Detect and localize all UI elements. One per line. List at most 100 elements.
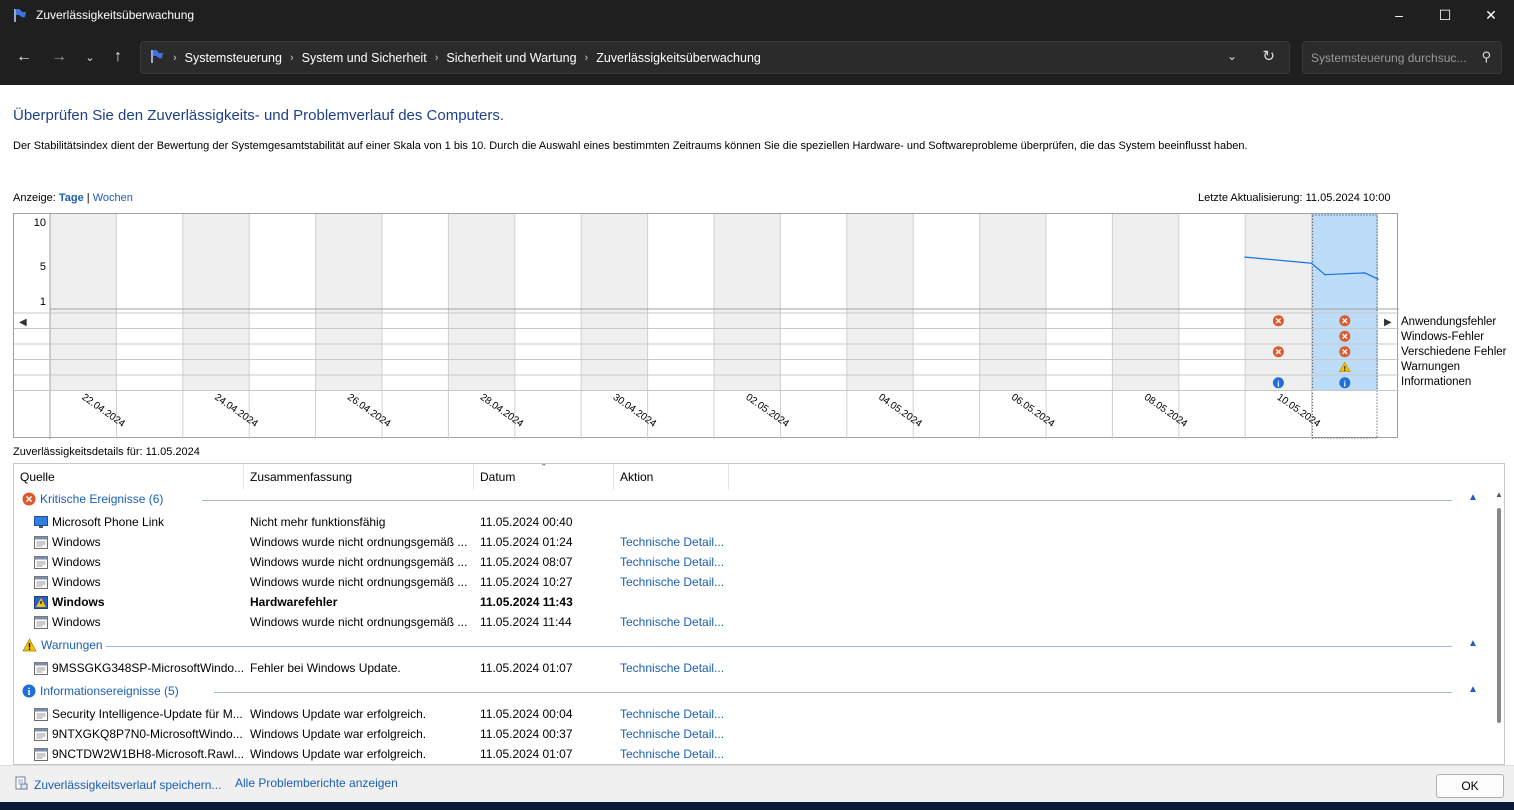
scrollbar-thumb[interactable] (1497, 508, 1501, 723)
flag-icon (12, 7, 28, 23)
scroll-up-icon[interactable]: ▲ (1495, 490, 1503, 499)
stability-index-point (1244, 256, 1246, 258)
day-column (1112, 214, 1179, 391)
row-action-link[interactable]: Technische Detail... (620, 535, 740, 549)
row-source-text: Windows (52, 535, 101, 549)
row-action-link[interactable]: Technische Detail... (620, 727, 740, 741)
svg-text:i: i (28, 687, 31, 698)
row-source: Windows (34, 555, 246, 569)
table-scrollbar[interactable]: ▲ (1493, 490, 1504, 764)
legend-item: Warnungen (1401, 361, 1461, 373)
save-document-icon (14, 776, 28, 793)
row-action-link[interactable]: Technische Detail... (620, 555, 740, 569)
breadcrumb-systemsteuerung[interactable]: Systemsteuerung (185, 51, 282, 65)
search-input[interactable]: Systemsteuerung durchsuc... ⚲ (1302, 41, 1502, 74)
stability-chart[interactable]: 10 5 1 i! i 22.04.2024 24.04.2024 26.04.2024 28.… (13, 213, 1399, 439)
day-column (1245, 214, 1312, 391)
search-icon[interactable]: ⚲ (1481, 49, 1491, 65)
table-row[interactable]: Microsoft Phone Link Nicht mehr funktions… (14, 512, 1492, 532)
main-content: Überprüfen Sie den Zuverlässigkeits- und… (0, 85, 1514, 765)
stability-index-point (1324, 273, 1326, 276)
row-date: 11.05.2024 11:43 (480, 595, 573, 609)
x-date-label: 04.05.2024 (876, 392, 924, 430)
sort-ascending-icon: ⌃ (540, 463, 548, 472)
event-group-label: Warnungen (41, 638, 103, 652)
row-source-text: Security Intelligence-Update für M... (52, 707, 243, 721)
column-header-zusammenfassung[interactable]: Zusammenfassung (244, 464, 474, 490)
table-row[interactable]: Windows Windows wurde nicht ordnungsgemäß… (14, 612, 1492, 632)
breadcrumb-separator-icon: › (434, 51, 439, 64)
minimize-button[interactable]: – (1376, 0, 1422, 30)
row-source: Windows (34, 535, 246, 549)
x-date-label: 06.05.2024 (1009, 392, 1057, 430)
event-group-label: Informationsereignisse (5) (40, 684, 179, 698)
window-icon (34, 555, 48, 569)
chart-scroll-left-icon[interactable]: ◀ (19, 317, 27, 328)
event-group-divider (105, 646, 1452, 647)
refresh-icon[interactable]: ↻ (1262, 47, 1275, 65)
collapse-chevron-icon[interactable]: ▲ (1468, 684, 1478, 695)
window-icon (34, 535, 48, 549)
breadcrumb-system-und-sicherheit[interactable]: System und Sicherheit (302, 51, 427, 65)
row-source-text: 9NTXGKQ8P7N0-MicrosoftWindo... (52, 727, 243, 741)
column-header-aktion[interactable]: Aktion (614, 464, 729, 490)
up-arrow-icon[interactable]: ↑ (105, 44, 131, 70)
forward-arrow-icon[interactable]: → (46, 44, 72, 70)
window-icon (34, 661, 48, 675)
all-problem-reports-link[interactable]: Alle Problemberichte anzeigen (235, 776, 398, 790)
table-row[interactable]: Windows Windows wurde nicht ordnungsgemäß… (14, 552, 1492, 572)
table-row[interactable]: Security Intelligence-Update für M... Win… (14, 704, 1492, 724)
stability-index-point (1363, 272, 1366, 274)
table-row[interactable]: 9NTXGKQ8P7N0-MicrosoftWindo... Windows Up… (14, 724, 1492, 744)
save-history-link[interactable]: Zuverlässigkeitsverlauf speichern... (14, 776, 221, 793)
table-row[interactable]: Windows Hardwarefehler 11.05.2024 11:43 (14, 592, 1492, 612)
table-row[interactable]: Windows Windows wurde nicht ordnungsgemäß… (14, 532, 1492, 552)
row-summary: Windows wurde nicht ordnungsgemäß ... (250, 555, 468, 569)
table-row[interactable]: 9MSSGKG348SP-MicrosoftWindo... Fehler bei… (14, 658, 1492, 678)
address-dropdown-chevron-icon[interactable]: ⌄ (1227, 49, 1237, 63)
reliability-details-table: Quelle Zusammenfassung Datum Aktion ⌃ Kr… (13, 463, 1505, 765)
row-summary: Windows Update war erfolgreich. (250, 727, 427, 741)
page-description: Der Stabilitätsindex dient der Bewertung… (13, 140, 1248, 152)
row-source: 9NTXGKQ8P7N0-MicrosoftWindo... (34, 727, 246, 741)
row-source: 9NCTDW2W1BH8-Microsoft.Rawl... (34, 747, 246, 761)
x-date-label: 26.04.2024 (345, 392, 393, 430)
row-summary: Fehler bei Windows Update. (250, 661, 401, 675)
row-date: 11.05.2024 08:07 (480, 555, 573, 569)
address-bar[interactable]: › Systemsteuerung › System und Sicherhei… (140, 41, 1290, 74)
breadcrumb-zuverlaessigkeitsueberwachung[interactable]: Zuverlässigkeitsüberwachung (596, 51, 761, 65)
x-date-label: 30.04.2024 (611, 392, 659, 430)
maximize-button[interactable]: ☐ (1422, 0, 1468, 30)
table-header: Quelle Zusammenfassung Datum Aktion (14, 464, 1492, 490)
close-button[interactable]: ✕ (1468, 0, 1514, 30)
row-action-link[interactable]: Technische Detail... (620, 707, 740, 721)
row-summary: Windows Update war erfolgreich. (250, 707, 427, 721)
back-arrow-icon[interactable]: ← (11, 44, 37, 70)
row-action-link[interactable]: Technische Detail... (620, 575, 740, 589)
save-history-label[interactable]: Zuverlässigkeitsverlauf speichern... (34, 778, 221, 792)
recent-locations-chevron-icon[interactable]: ⌄ (77, 44, 103, 70)
breadcrumb-separator-icon: › (289, 51, 294, 64)
ok-button[interactable]: OK (1436, 774, 1504, 798)
chart-scroll-right-icon[interactable]: ▶ (1384, 317, 1392, 328)
collapse-chevron-icon[interactable]: ▲ (1468, 638, 1478, 649)
view-weeks-link[interactable]: Wochen (93, 192, 133, 204)
row-action-link[interactable]: Technische Detail... (620, 747, 740, 761)
breadcrumb-sicherheit-und-wartung[interactable]: Sicherheit und Wartung (446, 51, 576, 65)
last-update-text: Letzte Aktualisierung: 11.05.2024 10:00 (1198, 192, 1391, 204)
event-group-header[interactable]: Warnungen ▲ (22, 638, 1478, 652)
chart-legend: Anwendungsfehler Windows-Fehler Verschiede… (1401, 315, 1506, 390)
row-source-text: Windows (52, 555, 101, 569)
event-group-header[interactable]: i Informationsereignisse (5) ▲ (22, 684, 1478, 698)
row-action-link[interactable]: Technische Detail... (620, 661, 740, 675)
column-header-quelle[interactable]: Quelle (14, 464, 244, 490)
legend-item: Verschiedene Fehler (1401, 346, 1507, 358)
row-summary: Windows wurde nicht ordnungsgemäß ... (250, 535, 468, 549)
view-days-link[interactable]: Tage (59, 192, 84, 204)
row-action-link[interactable]: Technische Detail... (620, 615, 740, 629)
table-row[interactable]: Windows Windows wurde nicht ordnungsgemäß… (14, 572, 1492, 592)
event-group-header[interactable]: Kritische Ereignisse (6) ▲ (22, 492, 1478, 506)
table-row[interactable]: 9NCTDW2W1BH8-Microsoft.Rawl... Windows Up… (14, 744, 1492, 764)
stability-chart-svg[interactable]: 1051i!i22.04.2024 24.04.2024 26.04.2024 28.… (14, 214, 1399, 439)
collapse-chevron-icon[interactable]: ▲ (1468, 492, 1478, 503)
